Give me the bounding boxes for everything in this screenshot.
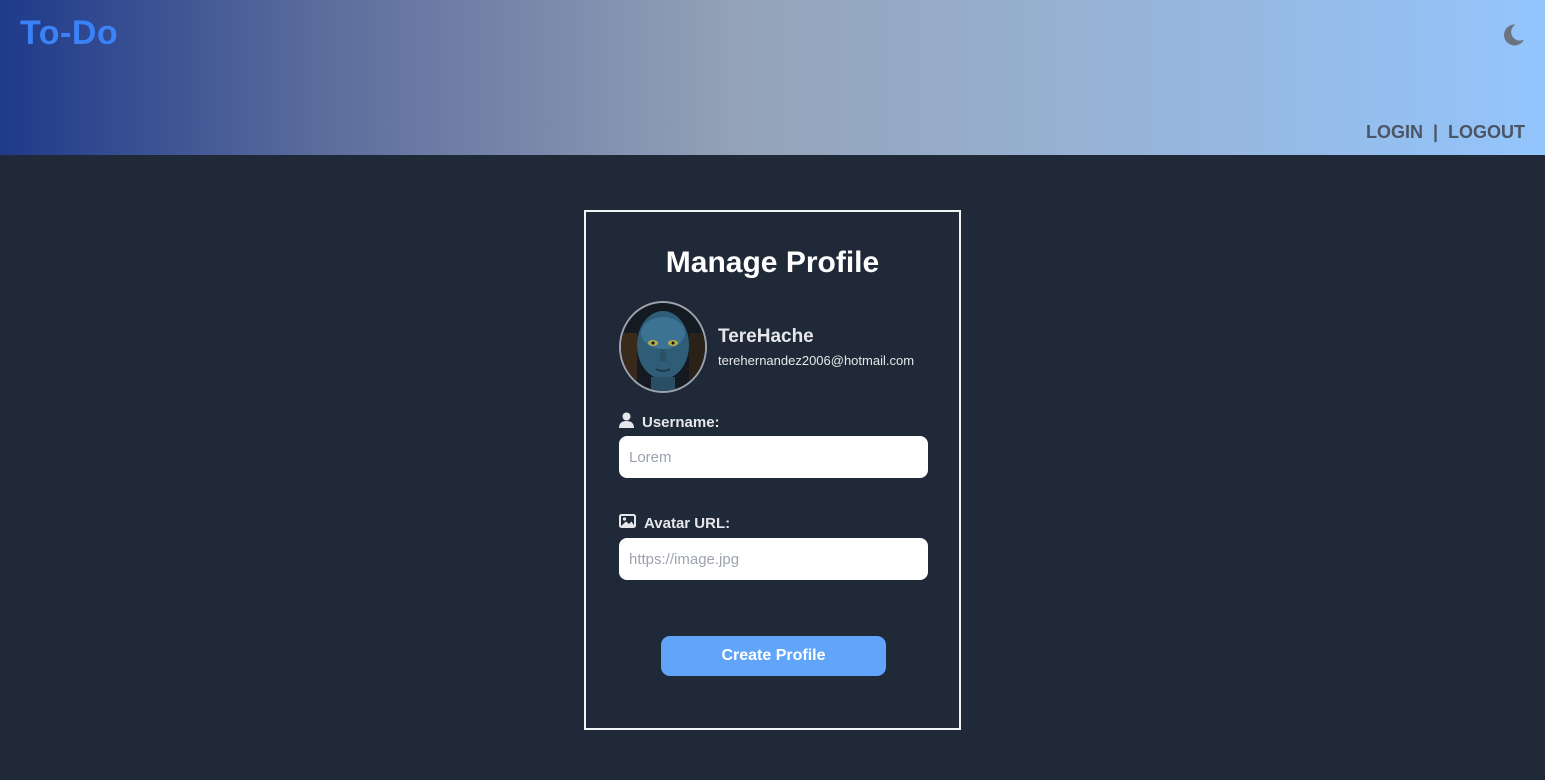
username-label: Username: bbox=[619, 412, 720, 432]
avatar-url-label: Avatar URL: bbox=[619, 514, 730, 532]
avatar-url-label-text: Avatar URL: bbox=[644, 514, 731, 532]
logout-link[interactable]: LOGOUT bbox=[1448, 122, 1525, 143]
create-profile-button[interactable]: Create Profile bbox=[661, 636, 886, 676]
login-link[interactable]: LOGIN bbox=[1366, 122, 1423, 143]
profile-email: terehernandez2006@hotmail.com bbox=[718, 353, 915, 368]
page-title: Manage Profile bbox=[665, 246, 880, 279]
avatar bbox=[619, 301, 707, 393]
app-header: To-Do LOGIN | LOGOUT bbox=[0, 0, 1545, 155]
profile-name: TereHache bbox=[718, 326, 814, 347]
image-icon bbox=[619, 514, 636, 532]
user-icon bbox=[619, 412, 634, 432]
auth-nav: LOGIN | LOGOUT bbox=[1366, 122, 1525, 143]
moon-icon[interactable] bbox=[1500, 22, 1526, 48]
avatar-url-input[interactable] bbox=[619, 538, 928, 580]
manage-profile-card: Manage Profile TereHache terehernandez20… bbox=[584, 210, 961, 730]
brand-logo[interactable]: To-Do bbox=[20, 14, 118, 53]
username-label-text: Username: bbox=[642, 413, 720, 431]
username-input[interactable] bbox=[619, 436, 928, 478]
nav-separator: | bbox=[1432, 122, 1438, 142]
